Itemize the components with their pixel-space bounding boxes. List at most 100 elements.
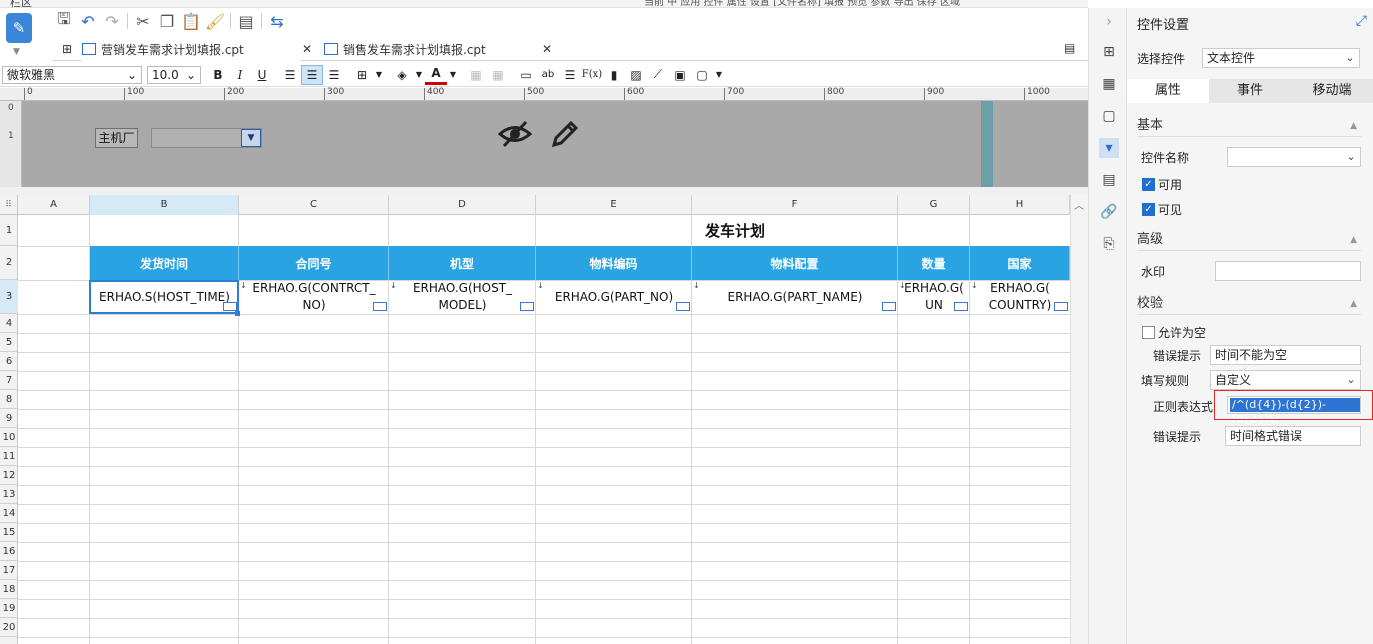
collapse-arrow-icon[interactable]: ›	[1099, 12, 1119, 32]
row-header[interactable]: 2	[0, 246, 18, 280]
column-header[interactable]: C	[239, 195, 389, 215]
data-report-icon[interactable]: ⎘	[1099, 234, 1119, 254]
data-cell[interactable]: ↓ ERHAO.G( COUNTRY)	[970, 280, 1070, 314]
data-cell[interactable]: ↓ ERHAO.G(PART_NAME)	[692, 280, 898, 314]
tab-attributes[interactable]: 属性	[1127, 79, 1209, 103]
save-icon[interactable]: 🖫	[52, 9, 76, 32]
parameter-pane[interactable]: 主机厂 ▼	[22, 101, 1088, 187]
data-cell[interactable]: ↓ ERHAO.G( UN	[898, 280, 970, 314]
data-cell[interactable]: ↓ ERHAO.G(PART_NO)	[536, 280, 692, 314]
row-header[interactable]: 9	[0, 409, 18, 428]
text-button[interactable]: ab	[537, 65, 559, 85]
italic-button[interactable]: I	[229, 65, 251, 85]
tab-file-2[interactable]: 销售发车需求计划填报.cpt	[324, 37, 544, 61]
row-header[interactable]: 3	[0, 280, 18, 314]
report-title-cell[interactable]: 发车计划	[90, 215, 1070, 246]
row-header[interactable]: 7	[0, 371, 18, 390]
hyperlink-icon[interactable]: 🔗	[1099, 202, 1119, 222]
row-header[interactable]: 14	[0, 504, 18, 523]
frame-icon[interactable]: ▢	[691, 65, 713, 85]
visible-checkbox[interactable]: ✓	[1142, 203, 1155, 216]
header-cell[interactable]: 合同号	[239, 246, 389, 280]
format-painter-icon[interactable]: 🖌	[203, 10, 227, 32]
row-header[interactable]: 6	[0, 352, 18, 371]
pane-resize-bar[interactable]	[981, 101, 993, 187]
data-cell[interactable]: ↓ ERHAO.G(HOST_ MODEL)	[389, 280, 536, 314]
column-header[interactable]: G	[898, 195, 970, 215]
formula-button[interactable]: F(x)	[581, 65, 603, 85]
swap-icon[interactable]: ⇆	[265, 10, 289, 32]
font-family-select[interactable]: 微软雅黑 ⌄	[2, 65, 142, 84]
app-logo-icon[interactable]: ✎	[6, 13, 32, 43]
row-header[interactable]: 20	[0, 618, 18, 637]
row-header[interactable]: 19	[0, 599, 18, 618]
condition-attr-icon[interactable]: ▤	[1099, 170, 1119, 190]
data-cell[interactable]: ↓ ERHAO.G(CONTRCT_ NO)	[239, 280, 389, 314]
copy-icon[interactable]: ❐	[155, 10, 179, 32]
row-header[interactable]: 10	[0, 428, 18, 447]
row-header[interactable]: 12	[0, 466, 18, 485]
combo-dropdown-icon[interactable]: ▼	[241, 129, 261, 147]
control-type-select[interactable]: 文本控件 ⌄	[1202, 48, 1360, 68]
merge-cells-icon[interactable]: ▦	[465, 65, 487, 85]
column-header[interactable]: H	[970, 195, 1070, 215]
error-hint2-input[interactable]: 时间格式错误	[1225, 426, 1361, 446]
close-icon[interactable]: ✕	[302, 37, 312, 61]
redo-icon[interactable]: ↷	[100, 10, 124, 32]
param-label[interactable]: 主机厂	[95, 128, 138, 148]
chevron-down-icon[interactable]: ▼	[713, 65, 725, 85]
row-header[interactable]: 5	[0, 333, 18, 352]
cut-icon[interactable]: ✂	[131, 10, 155, 32]
pencil-icon[interactable]	[549, 118, 581, 158]
widget-settings-icon[interactable]: ▾	[1099, 138, 1119, 158]
bold-button[interactable]: B	[207, 65, 229, 85]
subreport-icon[interactable]: ▣	[669, 65, 691, 85]
align-center-icon[interactable]: ☰	[301, 64, 323, 85]
row-header[interactable]: 17	[0, 561, 18, 580]
chevron-down-icon[interactable]: ▼	[413, 65, 425, 85]
undo-icon[interactable]: ↶	[76, 10, 100, 32]
chart-icon[interactable]: ▮	[603, 65, 625, 85]
cell-element-icon[interactable]: ▦	[1099, 74, 1119, 94]
font-color-button[interactable]: A	[425, 65, 447, 85]
column-header[interactable]: F	[692, 195, 898, 215]
row-header[interactable]: 8	[0, 390, 18, 409]
spreadsheet-grid[interactable]: 发车计划 发货时间 合同号 机型 物料编码 物料配置 数量 国家 ERHAO.S…	[18, 215, 1070, 644]
logo-dropdown-icon[interactable]: ▼	[13, 47, 20, 57]
section-basic[interactable]: 基本 ▲	[1137, 115, 1361, 137]
split-cells-icon[interactable]: ▦	[487, 65, 509, 85]
column-header[interactable]: E	[536, 195, 692, 215]
header-cell[interactable]: 机型	[389, 246, 536, 280]
align-left-icon[interactable]: ☰	[279, 65, 301, 85]
header-cell[interactable]: 国家	[970, 246, 1070, 280]
section-advanced[interactable]: 高级 ▲	[1137, 229, 1361, 251]
error-hint-input[interactable]: 时间不能为空	[1210, 345, 1361, 365]
tab-file-1[interactable]: 营销发车需求计划填报.cpt	[82, 37, 300, 61]
row-header[interactable]: 11	[0, 447, 18, 466]
column-header[interactable]: B	[90, 195, 239, 215]
allow-empty-checkbox[interactable]	[1142, 326, 1155, 339]
chevron-down-icon[interactable]: ▼	[447, 65, 459, 85]
tab-list-icon[interactable]: ▤	[1064, 41, 1075, 55]
pane-divider[interactable]	[0, 187, 1088, 195]
section-validate[interactable]: 校验 ▲	[1137, 293, 1361, 315]
header-cell[interactable]: 物料编码	[536, 246, 692, 280]
image-icon[interactable]: ▨	[625, 65, 647, 85]
close-icon[interactable]: ✕	[542, 37, 552, 61]
align-right-icon[interactable]: ☰	[323, 65, 345, 85]
row-header[interactable]: 1	[0, 215, 18, 246]
vertical-scrollbar[interactable]: ︿	[1070, 195, 1088, 644]
tab-layout-icon[interactable]: ⊞	[62, 37, 72, 61]
enabled-checkbox[interactable]: ✓	[1142, 178, 1155, 191]
preview-icon[interactable]: ▤	[234, 10, 258, 32]
row-header[interactable]: 15	[0, 523, 18, 542]
underline-button[interactable]: U	[251, 65, 273, 85]
cell-attr-icon[interactable]: ⊞	[1099, 42, 1119, 62]
row-header[interactable]: 16	[0, 542, 18, 561]
column-header[interactable]: A	[18, 195, 90, 215]
fill-handle[interactable]	[235, 311, 240, 316]
diagonal-icon[interactable]: ⟋	[647, 65, 669, 85]
font-size-select[interactable]: 10.0 ⌄	[147, 65, 201, 84]
header-cell[interactable]: 物料配置	[692, 246, 898, 280]
rich-text-icon[interactable]: ☰	[559, 65, 581, 85]
